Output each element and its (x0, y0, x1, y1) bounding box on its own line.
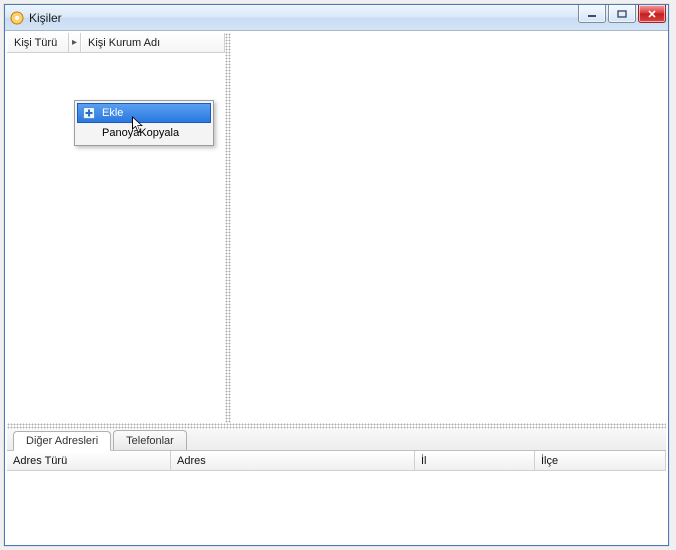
context-menu-label: Ekle (100, 107, 210, 119)
grid-column-label: İl (421, 455, 427, 467)
plus-icon (78, 107, 100, 119)
grid-column-label: Adres Türü (13, 455, 67, 467)
grid-column-label: İlçe (541, 455, 558, 467)
column-header[interactable]: Kişi Kurum Adı (81, 33, 225, 52)
context-menu-copy[interactable]: PanoyaKopyala (77, 123, 211, 143)
grid-column-header[interactable]: Adres (171, 451, 415, 470)
tab-addresses[interactable]: Diğer Adresleri (13, 431, 111, 451)
maximize-icon (617, 10, 627, 18)
minimize-icon (587, 10, 597, 18)
maximize-button[interactable] (608, 5, 636, 23)
close-button[interactable] (638, 5, 666, 23)
column-header[interactable]: Kişi Türü (7, 33, 69, 52)
tab-phones[interactable]: Telefonlar (113, 430, 187, 450)
minimize-button[interactable] (578, 5, 606, 23)
tab-label: Diğer Adresleri (26, 435, 98, 447)
client-area: Kişi Türü ▸ Kişi Kurum Adı (7, 33, 666, 543)
grid-body[interactable] (7, 471, 666, 543)
bottom-area: Diğer Adresleri Telefonlar Adres Türü Ad… (7, 429, 666, 543)
top-area: Kişi Türü ▸ Kişi Kurum Adı (7, 33, 666, 423)
window-title: Kişiler (29, 11, 62, 25)
grid-column-header[interactable]: İl (415, 451, 535, 470)
column-separator: ▸ (69, 33, 81, 52)
top-right-panel (231, 33, 666, 423)
close-icon (647, 10, 657, 18)
context-menu-label: PanoyaKopyala (100, 127, 210, 139)
column-header-label: Kişi Kurum Adı (88, 37, 160, 49)
context-menu-add[interactable]: Ekle (77, 103, 211, 123)
context-menu: Ekle PanoyaKopyala (74, 100, 214, 146)
window-controls (578, 5, 666, 23)
tab-strip: Diğer Adresleri Telefonlar (7, 429, 666, 451)
top-left-panel: Kişi Türü ▸ Kişi Kurum Adı (7, 33, 225, 423)
app-icon (9, 10, 25, 26)
titlebar[interactable]: Kişiler (5, 5, 668, 31)
top-column-headers: Kişi Türü ▸ Kişi Kurum Adı (7, 33, 225, 53)
grid-column-header[interactable]: İlçe (535, 451, 666, 470)
tab-label: Telefonlar (126, 435, 174, 447)
grid-column-header[interactable]: Adres Türü (7, 451, 171, 470)
column-header-label: Kişi Türü (14, 37, 57, 49)
grid-column-label: Adres (177, 455, 206, 467)
grid-headers: Adres Türü Adres İl İlçe (7, 451, 666, 471)
window-frame: Kişiler Kişi Türü (4, 4, 669, 546)
